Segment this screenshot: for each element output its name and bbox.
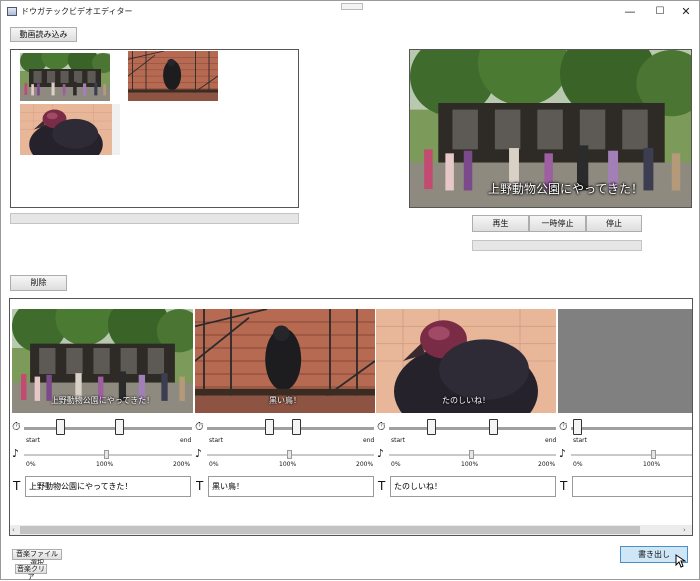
title-bar[interactable]: ドウガテックビデオエディター — ☐ ✕ bbox=[1, 1, 699, 23]
clip-caption: 黒い鳥！ bbox=[269, 396, 301, 405]
trim-start-label: start bbox=[209, 437, 223, 444]
timer-icon: ⏱ bbox=[559, 420, 568, 433]
playback-progress-bar[interactable] bbox=[472, 240, 642, 251]
caption-input[interactable]: たのしいね！ bbox=[390, 476, 556, 497]
trim-start-handle[interactable] bbox=[573, 419, 582, 435]
trim-start-label: start bbox=[26, 437, 40, 444]
app-icon bbox=[7, 7, 17, 16]
library-thumbnail[interactable] bbox=[20, 104, 120, 155]
music-note-icon: ♪ bbox=[559, 447, 567, 460]
timer-icon: ⏱ bbox=[195, 420, 204, 433]
clip-controls: ⏱ start ♪ 0% 100% T bbox=[557, 417, 692, 517]
timeline-panel: 上野動物公園にやってきた！ 黒い鳥！ たのしいね！ ⏱ start end ♪ … bbox=[9, 298, 693, 536]
library-thumbnail[interactable] bbox=[128, 51, 218, 101]
volume-mid-label: 100% bbox=[96, 461, 114, 468]
trim-start-label: start bbox=[573, 437, 587, 444]
drag-grip[interactable] bbox=[341, 3, 363, 10]
thumbnail-image bbox=[20, 104, 112, 155]
video-preview[interactable]: 上野動物公園にやってきた！ bbox=[409, 49, 692, 208]
caption-input[interactable]: 上野動物公園にやってきた！ bbox=[25, 476, 191, 497]
caption-input[interactable]: 黒い鳥！ bbox=[208, 476, 374, 497]
stop-button[interactable]: 停止 bbox=[586, 215, 642, 232]
thumbnail-image bbox=[20, 53, 110, 101]
volume-handle[interactable] bbox=[104, 450, 109, 459]
text-icon: T bbox=[560, 479, 568, 493]
trim-slider-track[interactable] bbox=[389, 427, 556, 430]
trim-end-label: end bbox=[545, 437, 557, 444]
clear-music-button[interactable]: 音楽クリア bbox=[15, 564, 47, 581]
volume-slider-track[interactable] bbox=[571, 454, 692, 456]
mouse-cursor-icon bbox=[675, 554, 686, 568]
timeline-scrollbar[interactable]: ‹ › bbox=[10, 525, 692, 535]
window-title: ドウガテックビデオエディター bbox=[21, 7, 133, 16]
timer-icon: ⏱ bbox=[377, 420, 386, 433]
app-window: ドウガテックビデオエディター — ☐ ✕ 動画読み込み 上野動物公園にやってきた… bbox=[0, 0, 700, 581]
volume-max-label: 200% bbox=[356, 461, 374, 468]
load-progress-bar bbox=[10, 213, 299, 224]
volume-handle[interactable] bbox=[287, 450, 292, 459]
trim-start-label: start bbox=[391, 437, 405, 444]
media-library-panel bbox=[10, 49, 299, 208]
volume-handle[interactable] bbox=[469, 450, 474, 459]
timeline-clip[interactable]: たのしいね！ bbox=[376, 309, 556, 413]
volume-max-label: 200% bbox=[173, 461, 191, 468]
close-button[interactable]: ✕ bbox=[671, 1, 700, 23]
scroll-right-icon[interactable]: › bbox=[683, 525, 686, 535]
caption-input[interactable] bbox=[572, 476, 692, 497]
thumbnail-image bbox=[128, 51, 218, 101]
trim-end-handle[interactable] bbox=[489, 419, 498, 435]
play-button[interactable]: 再生 bbox=[472, 215, 529, 232]
volume-mid-label: 100% bbox=[279, 461, 297, 468]
timeline-clip[interactable]: 黒い鳥！ bbox=[195, 309, 375, 413]
trim-start-handle[interactable] bbox=[427, 419, 436, 435]
trim-end-label: end bbox=[180, 437, 192, 444]
scroll-left-icon[interactable]: ‹ bbox=[12, 525, 15, 535]
trim-start-handle[interactable] bbox=[265, 419, 274, 435]
pause-button[interactable]: 一時停止 bbox=[529, 215, 586, 232]
clip-controls: ⏱ start end ♪ 0% 100% 200% T たのしいね！ bbox=[375, 417, 557, 517]
music-note-icon: ♪ bbox=[195, 447, 203, 460]
clip-controls: ⏱ start end ♪ 0% 100% 200% T 上野動物公園にやってき… bbox=[10, 417, 193, 517]
minimize-button[interactable]: — bbox=[615, 1, 645, 23]
timeline-clip[interactable]: 上野動物公園にやってきた！ bbox=[12, 309, 193, 413]
clip-caption: たのしいね！ bbox=[442, 396, 490, 405]
library-thumbnail[interactable] bbox=[20, 53, 110, 101]
volume-handle[interactable] bbox=[651, 450, 656, 459]
trim-slider-track[interactable] bbox=[24, 427, 192, 430]
timer-icon: ⏱ bbox=[12, 420, 21, 433]
trim-end-handle[interactable] bbox=[115, 419, 124, 435]
text-icon: T bbox=[378, 479, 386, 493]
volume-min-label: 0% bbox=[391, 461, 401, 468]
trim-end-label: end bbox=[363, 437, 375, 444]
trim-start-handle[interactable] bbox=[56, 419, 65, 435]
volume-mid-label: 100% bbox=[643, 461, 661, 468]
preview-caption: 上野動物公園にやってきた！ bbox=[487, 182, 643, 196]
volume-max-label: 200% bbox=[538, 461, 556, 468]
music-note-icon: ♪ bbox=[12, 447, 20, 460]
delete-button[interactable]: 削除 bbox=[10, 275, 67, 291]
trim-slider-track[interactable] bbox=[571, 427, 692, 430]
select-music-button[interactable]: 音楽ファイル選択 bbox=[12, 549, 62, 567]
load-video-button[interactable]: 動画読み込み bbox=[10, 27, 77, 42]
trim-end-handle[interactable] bbox=[292, 419, 301, 435]
scrollbar-thumb[interactable] bbox=[20, 526, 640, 534]
volume-mid-label: 100% bbox=[461, 461, 479, 468]
timeline-clip-empty[interactable] bbox=[558, 309, 692, 413]
music-note-icon: ♪ bbox=[377, 447, 385, 460]
trim-slider-track[interactable] bbox=[207, 427, 374, 430]
text-icon: T bbox=[13, 479, 21, 493]
text-icon: T bbox=[196, 479, 204, 493]
clip-caption: 上野動物公園にやってきた！ bbox=[50, 396, 155, 405]
volume-min-label: 0% bbox=[209, 461, 219, 468]
volume-min-label: 0% bbox=[26, 461, 36, 468]
clip-controls: ⏱ start end ♪ 0% 100% 200% T 黒い鳥！ bbox=[193, 417, 375, 517]
volume-min-label: 0% bbox=[573, 461, 583, 468]
